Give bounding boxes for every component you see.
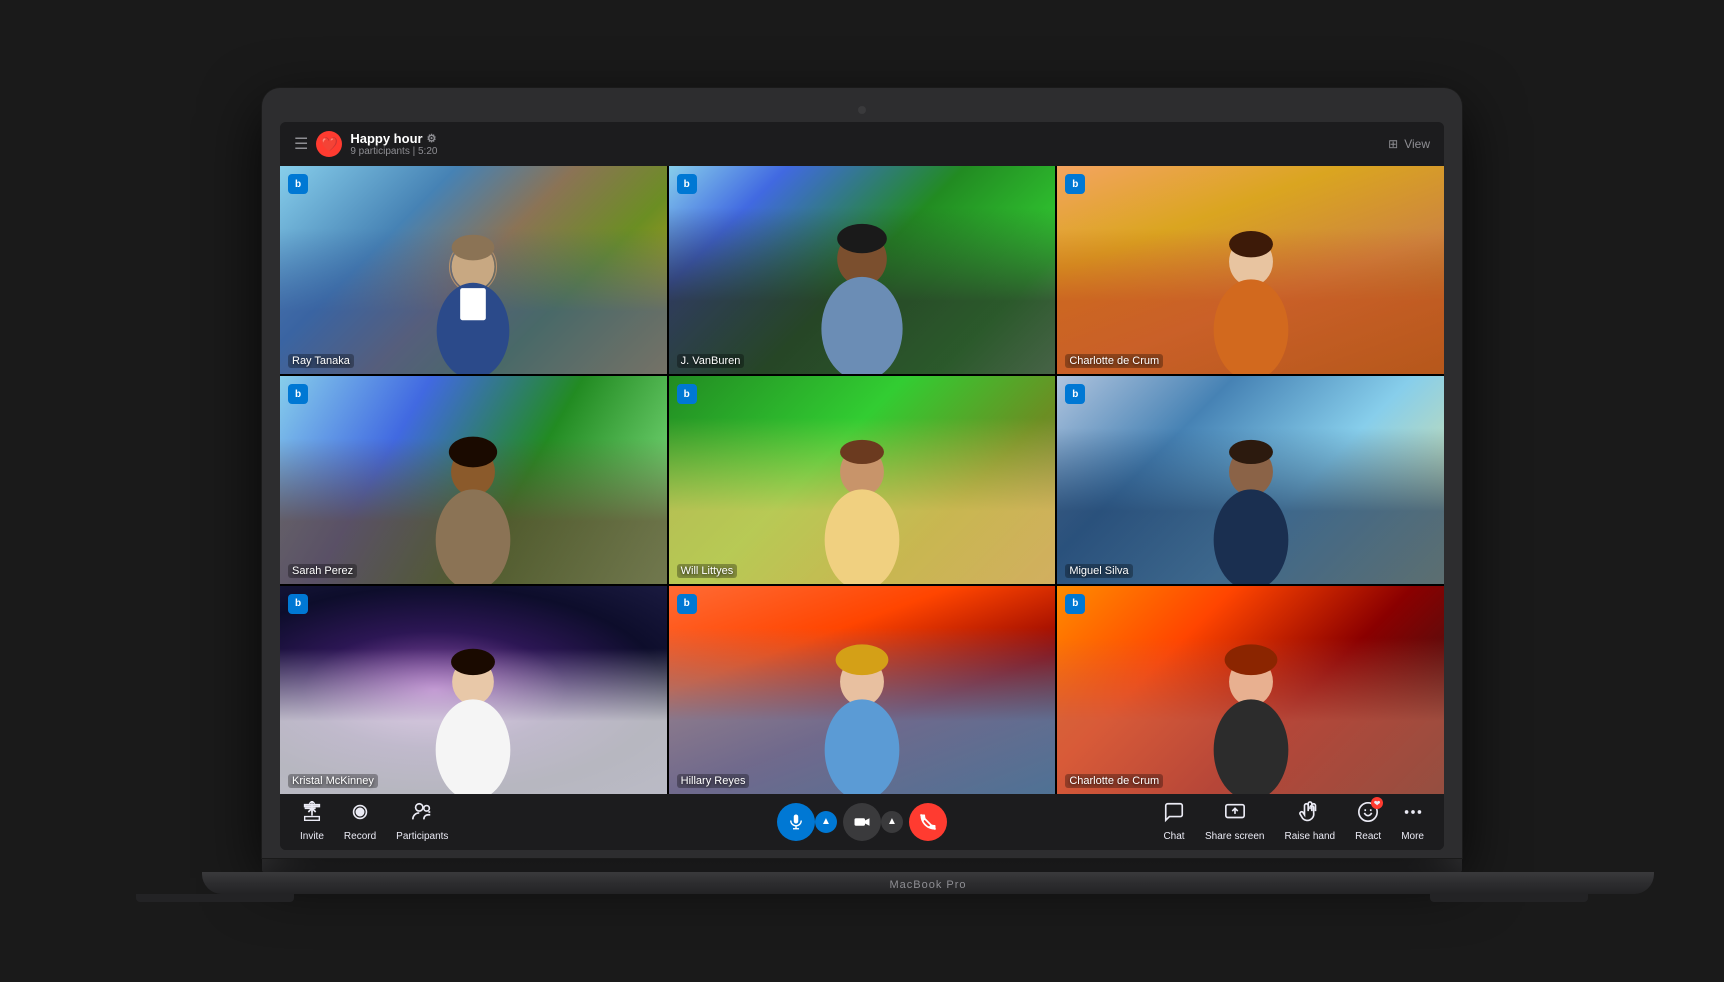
screen: ☰ ❤️ Happy hour ⚙ 9 participants | 5:20 … [280,122,1444,850]
person-avatar-6 [1150,430,1351,584]
person-avatar-5 [761,430,962,584]
toolbar-right-buttons: Chat Share screen [1163,801,1424,842]
raise-hand-icon [1299,801,1321,829]
meeting-title: Happy hour ⚙ [350,131,437,146]
person-avatar-9 [1150,640,1351,794]
more-icon [1402,801,1424,829]
participants-button[interactable]: Participants [396,801,448,842]
video-grid: b Ray Tanaka b J. VanBuren [280,166,1444,794]
top-bar: ☰ ❤️ Happy hour ⚙ 9 participants | 5:20 … [280,122,1444,166]
participant-name-1: Ray Tanaka [288,354,354,368]
video-tile-hillary-reyes[interactable]: b Hillary Reyes [669,586,1056,794]
toolbar-right: Chat Share screen [1053,801,1424,842]
participant-name-5: Will Littyes [677,564,738,578]
person-avatar-1 [377,224,570,374]
meeting-meta: 9 participants | 5:20 [350,146,437,157]
chat-label: Chat [1163,831,1184,842]
camera-chevron-button[interactable]: ▲ [881,811,903,833]
invite-label: Invite [300,831,324,842]
bing-badge-8: b [677,594,697,614]
toolbar: Invite Record [280,794,1444,850]
participant-name-4: Sarah Perez [288,564,357,578]
laptop-base: MacBook Pro [202,872,1654,894]
video-tile-miguel-silva[interactable]: b Miguel Silva [1057,376,1444,584]
bing-badge-3: b [1065,174,1085,194]
video-tile-sarah-perez[interactable]: b Sarah Perez [280,376,667,584]
participant-name-8: Hillary Reyes [677,774,750,788]
gear-icon[interactable]: ⚙ [427,132,437,145]
record-button[interactable]: Record [344,801,376,842]
person-avatar-2 [756,216,969,374]
video-tile-kristal-mckinney[interactable]: b Kristal McKinney [280,586,667,794]
raise-hand-label: Raise hand [1284,831,1335,842]
invite-icon [301,801,323,829]
bing-badge-7: b [288,594,308,614]
laptop-wrapper: ☰ ❤️ Happy hour ⚙ 9 participants | 5:20 … [262,88,1462,894]
person-avatar-7 [373,640,574,794]
share-screen-button[interactable]: Share screen [1205,801,1264,842]
laptop-hinge [262,858,1462,872]
video-tile-charlotte-1[interactable]: b Charlotte de Crum [1057,166,1444,374]
bing-badge-5: b [677,384,697,404]
toolbar-left: Invite Record [300,801,671,842]
toolbar-left-buttons: Invite Record [300,801,448,842]
invite-button[interactable]: Invite [300,801,324,842]
participants-label: Participants [396,831,448,842]
react-button[interactable]: ❤ React [1355,801,1381,842]
react-label: React [1355,831,1381,842]
view-label: View [1404,137,1430,151]
mic-button[interactable] [777,803,815,841]
participant-name-7: Kristal McKinney [288,774,378,788]
view-grid-icon: ⊞ [1388,137,1398,151]
bing-badge-1: b [288,174,308,194]
bing-badge-4: b [288,384,308,404]
video-tile-j-vanburen[interactable]: b J. VanBuren [669,166,1056,374]
laptop-foot-right [1430,894,1588,902]
chat-icon [1163,801,1185,829]
video-tile-charlotte-2[interactable]: b Charlotte de Crum [1057,586,1444,794]
person-avatar-8 [761,640,962,794]
more-button[interactable]: More [1401,801,1424,842]
bing-badge-9: b [1065,594,1085,614]
meeting-info: Happy hour ⚙ 9 participants | 5:20 [350,131,437,157]
share-screen-label: Share screen [1205,831,1264,842]
participant-name-3: Charlotte de Crum [1065,354,1163,368]
camera-button[interactable] [843,803,881,841]
participants-icon [411,801,433,829]
meeting-emoji: ❤️ [316,131,342,157]
menu-icon[interactable]: ☰ [294,134,308,154]
participant-name-2: J. VanBuren [677,354,745,368]
more-label: More [1401,831,1424,842]
participant-name-6: Miguel Silva [1065,564,1132,578]
person-avatar-4 [373,430,574,584]
top-bar-left: ☰ ❤️ Happy hour ⚙ 9 participants | 5:20 [294,131,437,157]
mic-chevron-button[interactable]: ▲ [815,811,837,833]
react-icon: ❤ [1357,801,1379,829]
laptop-foot-left [136,894,294,902]
person-avatar-3 [1150,220,1351,374]
bing-badge-6: b [1065,384,1085,404]
laptop-label: MacBook Pro [889,879,966,891]
chat-button[interactable]: Chat [1163,801,1185,842]
record-label: Record [344,831,376,842]
share-screen-icon [1224,801,1246,829]
laptop-bezel: ☰ ❤️ Happy hour ⚙ 9 participants | 5:20 … [262,88,1462,858]
view-button[interactable]: ⊞ View [1388,137,1430,151]
participant-name-9: Charlotte de Crum [1065,774,1163,788]
toolbar-center: ▲ ▲ [677,803,1048,841]
end-call-button[interactable] [909,803,947,841]
video-tile-ray-tanaka[interactable]: b Ray Tanaka [280,166,667,374]
video-tile-will-littyes[interactable]: b Will Littyes [669,376,1056,584]
bing-badge-2: b [677,174,697,194]
record-icon [349,801,371,829]
raise-hand-button[interactable]: Raise hand [1284,801,1335,842]
